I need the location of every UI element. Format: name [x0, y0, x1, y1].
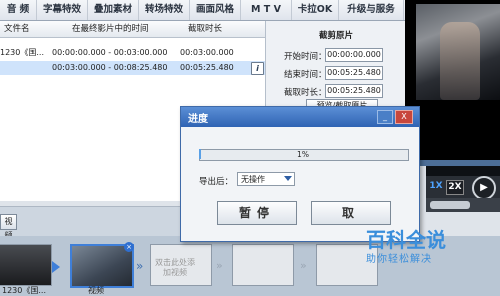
close-icon[interactable]: X [395, 110, 413, 124]
start-time-field[interactable]: 00:00:00.000 [325, 48, 383, 62]
row-time: 00:00:00.000 - 00:03:00.000 [52, 48, 168, 57]
add-video-hint: 双击此处添加视频 [155, 258, 195, 277]
pause-button[interactable]: 暂停 [217, 201, 297, 225]
progress-percent: 1% [297, 150, 309, 159]
dialog-title: 进度 [188, 114, 208, 125]
player-divider [426, 166, 500, 176]
row-time: 00:03:00.000 - 00:08:25.480 [52, 63, 168, 72]
chevron-right-icon: » [300, 259, 307, 272]
tab-karaoke[interactable]: 卡拉OK [292, 0, 339, 20]
table-row[interactable]: 1230《国... 00:00:00.000 - 00:03:00.000 00… [0, 46, 265, 60]
export-after-label: 导出后： [199, 177, 234, 187]
empty-timeline-slot[interactable] [232, 244, 294, 286]
tab-mtv[interactable]: M T V [241, 0, 292, 20]
speed-1x-button[interactable]: 1X [428, 180, 444, 193]
watermark-slogan: 助你轻松解决 [366, 254, 432, 265]
timeline-clip-thumbnail[interactable] [0, 244, 52, 286]
timeline-arrow-icon [52, 261, 60, 273]
video-person-image [440, 22, 480, 100]
start-time-label: 开始时间： [284, 52, 327, 62]
row-duration: 00:05:25.480 [180, 63, 234, 72]
clip-duration-label: 截取时长： [284, 88, 327, 98]
minimize-icon[interactable]: _ [377, 110, 393, 124]
chevron-down-icon[interactable] [284, 176, 292, 181]
tab-audio[interactable]: 音 频 [0, 0, 37, 20]
dialog-titlebar[interactable]: 进度 _ X [181, 107, 419, 127]
clip-panel-title: 截剪原片 [318, 31, 353, 41]
table-header: 文件名 在最终影片中的时间 截取时长 [0, 21, 265, 38]
row-filename: 1230《国... [0, 48, 44, 57]
tab-upgrade-service[interactable]: 升级与服务 [339, 0, 404, 20]
video-button[interactable]: 视频 [0, 214, 17, 240]
remove-clip-icon[interactable]: × [124, 242, 134, 252]
info-icon[interactable]: i [251, 62, 264, 75]
watermark-logo: 百科全说 [366, 228, 446, 252]
tab-subtitle-effects[interactable]: 字幕特效 [37, 0, 88, 20]
row-duration: 00:03:00.000 [180, 48, 234, 57]
volume-slider[interactable] [430, 201, 470, 209]
top-tab-bar: 音 频 字幕特效 叠加素材 转场特效 画面风格 M T V 卡拉OK 升级与服务 [0, 0, 405, 21]
chevron-right-icon: » [216, 259, 223, 272]
timeline-clip-label: 视频 [88, 286, 104, 295]
progress-dialog: 进度 _ X 1% 导出后： 无操作 暂停 取 [180, 106, 420, 242]
tab-overlay-material[interactable]: 叠加素材 [88, 0, 139, 20]
end-time-label: 结束时间： [284, 70, 327, 80]
timeline-clip-thumbnail-selected[interactable] [70, 244, 134, 288]
chevron-right-icon: » [136, 259, 144, 273]
cancel-button[interactable]: 取 [311, 201, 391, 225]
clip-duration-field: 00:05:25.480 [325, 84, 383, 98]
column-header-filename[interactable]: 文件名 [4, 21, 30, 37]
column-header-time[interactable]: 在最终影片中的时间 [72, 21, 149, 37]
timeline-clip-label: 1230《国... [2, 286, 46, 295]
play-icon[interactable]: ▶ [472, 176, 496, 200]
tab-picture-style[interactable]: 画面风格 [190, 0, 241, 20]
end-time-field[interactable]: 00:05:25.480 [325, 66, 383, 80]
tab-transition-effects[interactable]: 转场特效 [139, 0, 190, 20]
table-row-selected[interactable]: 00:03:00.000 - 00:08:25.480 00:05:25.480 [0, 61, 265, 75]
speed-2x-button[interactable]: 2X [446, 180, 464, 195]
column-header-duration[interactable]: 截取时长 [188, 21, 222, 37]
